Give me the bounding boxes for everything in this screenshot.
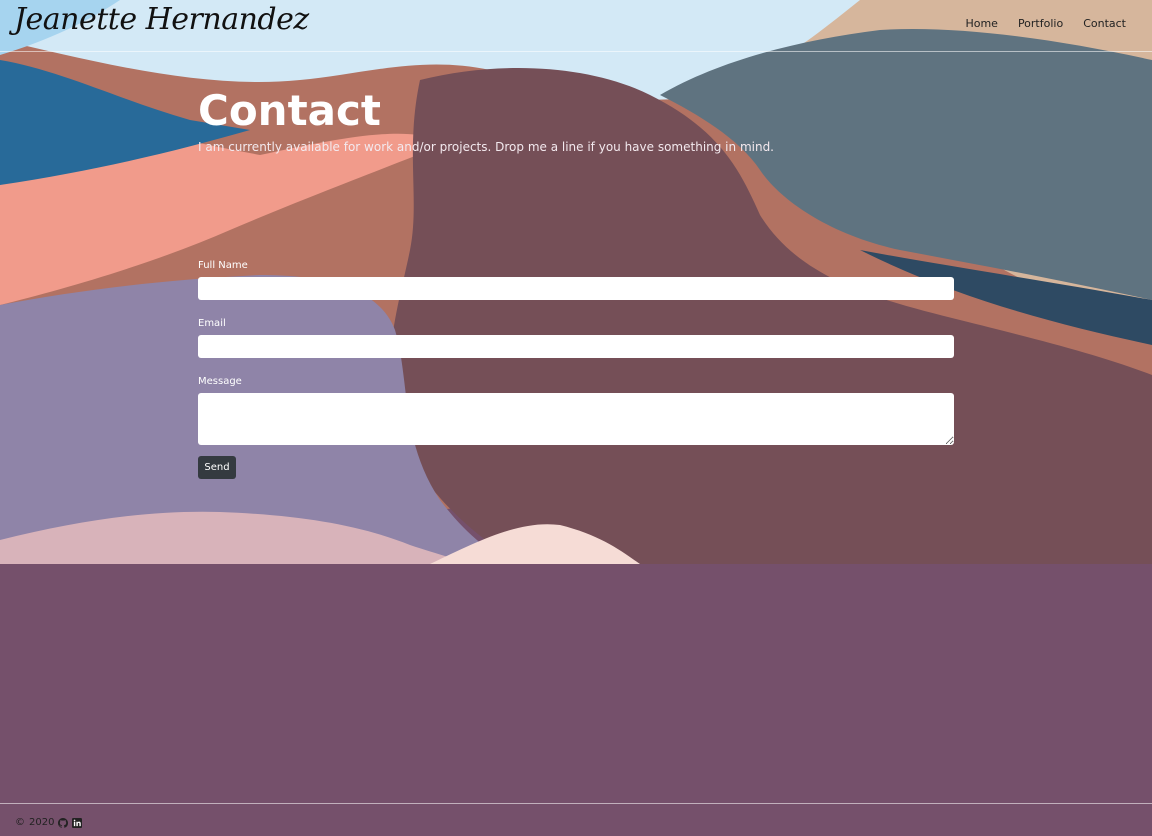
main-nav: Home Portfolio Contact xyxy=(965,17,1126,30)
message-label: Message xyxy=(198,376,242,387)
send-button[interactable]: Send xyxy=(198,456,236,479)
linkedin-icon[interactable] xyxy=(72,817,83,828)
site-footer: © 2020 xyxy=(0,803,1152,836)
copyright-symbol: © xyxy=(15,817,25,828)
email-input[interactable] xyxy=(198,335,954,358)
nav-portfolio-link[interactable]: Portfolio xyxy=(1018,17,1063,30)
email-label: Email xyxy=(198,318,226,329)
page-subtitle: I am currently available for work and/or… xyxy=(198,140,774,154)
github-icon[interactable] xyxy=(58,817,69,828)
message-textarea[interactable] xyxy=(198,393,954,445)
site-logo[interactable]: Jeanette Hernandez xyxy=(14,2,309,37)
full-name-input[interactable] xyxy=(198,277,954,300)
site-header: Jeanette Hernandez Home Portfolio Contac… xyxy=(0,0,1152,52)
nav-home-link[interactable]: Home xyxy=(965,17,997,30)
nav-contact-link[interactable]: Contact xyxy=(1083,17,1126,30)
full-name-label: Full Name xyxy=(198,260,248,271)
contact-form: Full Name Email Message Send xyxy=(198,260,954,479)
copyright-year: 2020 xyxy=(29,817,55,828)
page-title: Contact xyxy=(198,86,381,135)
footer-content: © 2020 xyxy=(15,817,83,828)
